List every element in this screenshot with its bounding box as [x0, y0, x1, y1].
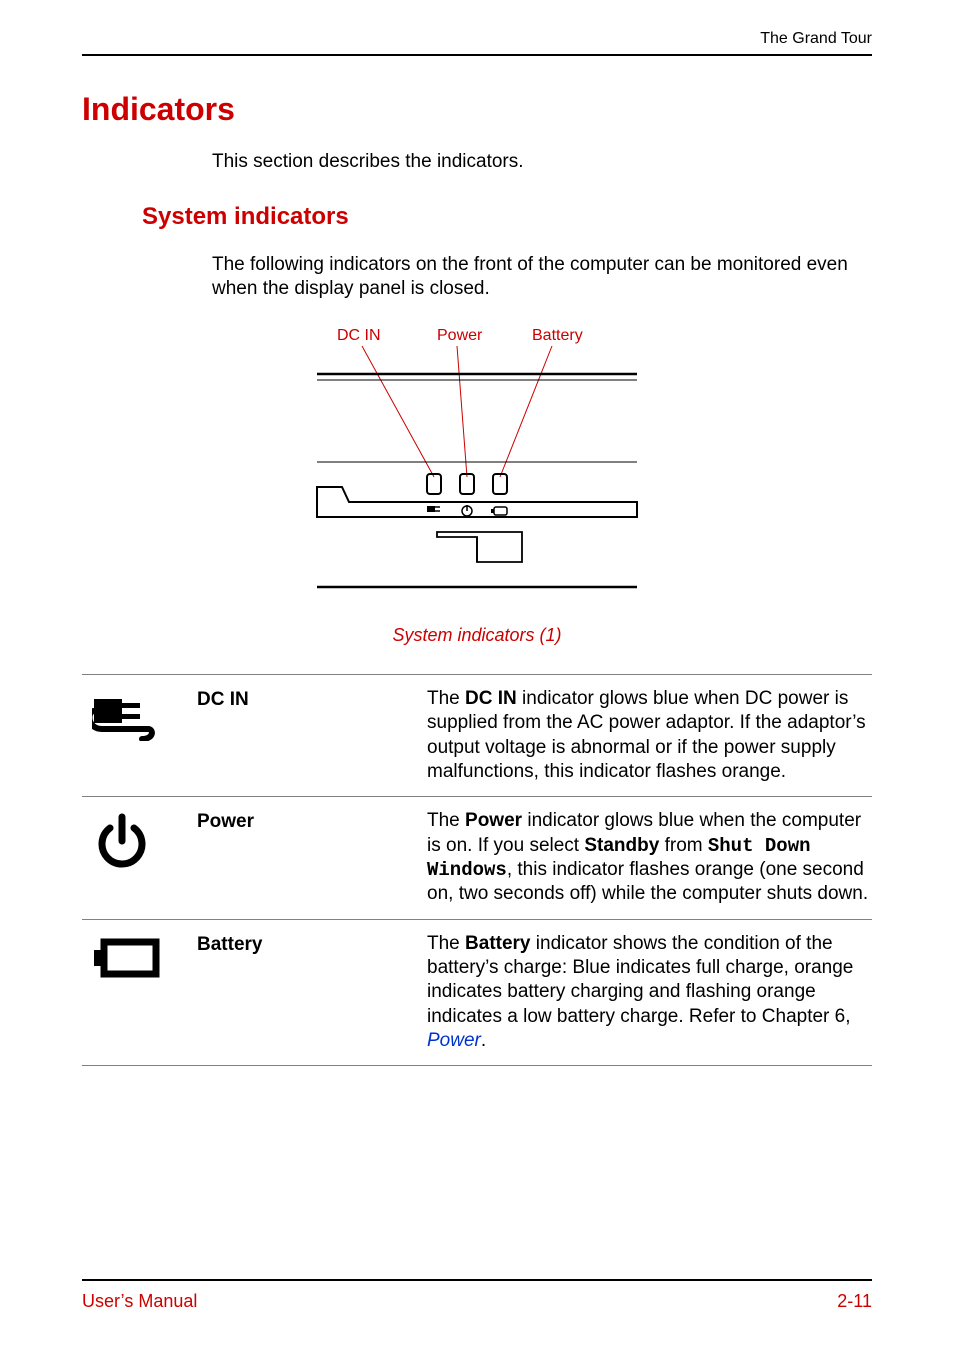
figure-caption: System indicators (1)	[82, 625, 872, 646]
figure-label-battery: Battery	[532, 327, 583, 344]
indicator-desc: The DC IN indicator glows blue when DC p…	[427, 687, 872, 784]
header-section-label: The Grand Tour	[760, 30, 872, 47]
footer-right: 2-11	[837, 1291, 872, 1312]
plug-icon	[82, 687, 197, 746]
indicator-name: Power	[197, 809, 427, 833]
system-indicators-figure: DC IN Power Battery	[82, 322, 872, 646]
indicator-table: DC IN The DC IN indicator glows blue whe…	[82, 674, 872, 1066]
table-row: Power The Power indicator glows blue whe…	[82, 796, 872, 918]
section-title: System indicators	[142, 203, 872, 231]
table-row: Battery The Battery indicator shows the …	[82, 919, 872, 1067]
page-title: Indicators	[82, 91, 872, 128]
intro-text: This section describes the indicators.	[212, 150, 872, 175]
figure-label-dcin: DC IN	[337, 327, 381, 344]
power-chapter-link[interactable]: Power	[427, 1030, 481, 1051]
indicator-desc: The Battery indicator shows the conditio…	[427, 932, 872, 1054]
power-icon	[82, 809, 197, 878]
footer-left: User’s Manual	[82, 1291, 197, 1312]
indicator-desc: The Power indicator glows blue when the …	[427, 809, 872, 906]
page-footer: User’s Manual 2-11	[82, 1279, 872, 1312]
battery-icon	[82, 932, 197, 985]
page-header: The Grand Tour	[82, 30, 872, 56]
table-row: DC IN The DC IN indicator glows blue whe…	[82, 674, 872, 796]
section-intro: The following indicators on the front of…	[212, 253, 872, 302]
figure-label-power: Power	[437, 327, 483, 344]
indicator-name: DC IN	[197, 687, 427, 711]
indicator-name: Battery	[197, 932, 427, 956]
